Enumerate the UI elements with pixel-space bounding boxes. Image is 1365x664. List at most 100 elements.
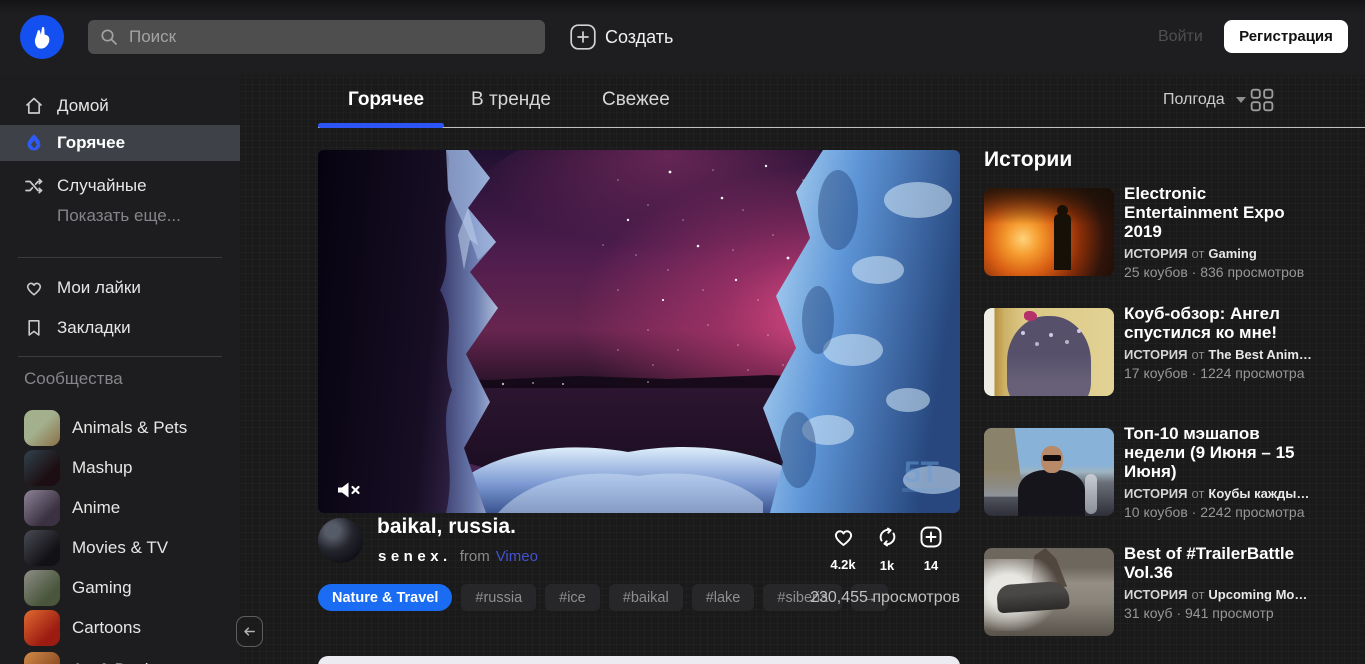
category-tag[interactable]: Nature & Travel bbox=[318, 584, 452, 611]
sidebar: Домой Горячее Случайные Показать еще... … bbox=[0, 75, 240, 664]
sidebar-item-label: Горячее bbox=[57, 133, 125, 153]
story-title[interactable]: Best of #TrailerBattle Vol.36 bbox=[1124, 544, 1304, 582]
story-card[interactable]: Топ-10 мэшапов недели (9 Июня – 15 Июня)… bbox=[984, 428, 1365, 520]
create-button[interactable]: Создать bbox=[570, 22, 673, 52]
register-button[interactable]: Регистрация bbox=[1224, 20, 1348, 53]
thumbnail-art bbox=[1018, 470, 1086, 516]
muted-speaker-icon bbox=[336, 479, 362, 501]
story-from-label: от bbox=[1192, 347, 1205, 362]
adds-count: 14 bbox=[909, 558, 953, 573]
story-meta: ИСТОРИЯотUpcoming Mo… bbox=[1124, 587, 1307, 602]
grid-view-button[interactable] bbox=[1250, 88, 1274, 112]
search-icon bbox=[100, 28, 118, 46]
coub-app: Создать Войти Регистрация Домой Горячее … bbox=[0, 0, 1365, 664]
coub-logo[interactable] bbox=[20, 15, 64, 59]
community-item[interactable]: Gaming bbox=[0, 568, 240, 608]
community-label: Animals & Pets bbox=[72, 418, 187, 438]
thumbnail-art bbox=[996, 581, 1069, 614]
story-channel-link[interactable]: The Best Anim… bbox=[1208, 347, 1312, 362]
story-text: Топ-10 мэшапов недели (9 Июня – 15 Июня)… bbox=[1124, 424, 1309, 520]
story-meta: ИСТОРИЯотКоубы кажды… bbox=[1124, 486, 1309, 501]
tab-trending[interactable]: В тренде bbox=[471, 89, 551, 111]
plus-square-icon bbox=[920, 526, 942, 548]
search-box bbox=[88, 20, 545, 54]
sidebar-divider bbox=[18, 257, 222, 258]
story-type-label: ИСТОРИЯ bbox=[1124, 347, 1188, 362]
login-link[interactable]: Войти bbox=[1158, 28, 1203, 46]
community-avatar bbox=[24, 450, 60, 486]
community-item[interactable]: Anime bbox=[0, 488, 240, 528]
coub-author-avatar[interactable] bbox=[318, 518, 363, 563]
rock-hand-icon bbox=[29, 24, 55, 50]
search-input[interactable] bbox=[127, 26, 533, 48]
community-avatar bbox=[24, 410, 60, 446]
next-coub-card-peek[interactable] bbox=[318, 656, 960, 664]
sidebar-item-likes[interactable]: Мои лайки bbox=[0, 273, 240, 303]
sidebar-item-label: Домой bbox=[57, 96, 109, 116]
source-link[interactable]: Vimeo bbox=[496, 548, 538, 565]
community-item[interactable]: Cartoons bbox=[0, 608, 240, 648]
coub-player[interactable]: 5T bbox=[318, 150, 960, 513]
story-thumbnail[interactable] bbox=[984, 548, 1114, 636]
story-thumbnail[interactable] bbox=[984, 188, 1114, 276]
create-label: Создать bbox=[605, 27, 673, 48]
community-item[interactable]: Mashup bbox=[0, 448, 240, 488]
story-title[interactable]: Electronic Entertainment Expo 2019 bbox=[1124, 184, 1304, 241]
sidebar-item-bookmarks[interactable]: Закладки bbox=[0, 313, 240, 343]
community-avatar bbox=[24, 610, 60, 646]
hot-icon bbox=[24, 133, 44, 153]
community-label: Gaming bbox=[72, 578, 132, 598]
mute-button[interactable] bbox=[336, 479, 362, 501]
sidebar-item-label: Закладки bbox=[57, 318, 131, 338]
community-avatar bbox=[24, 530, 60, 566]
sidebar-item-label: Случайные bbox=[57, 176, 147, 196]
tab-fresh[interactable]: Свежее bbox=[602, 89, 670, 111]
sidebar-item-hot[interactable]: Горячее bbox=[0, 125, 240, 161]
heart-icon bbox=[832, 526, 855, 547]
community-item[interactable]: Animals & Pets bbox=[0, 408, 240, 448]
story-channel-link[interactable]: Коубы кажды… bbox=[1208, 486, 1309, 501]
hashtag[interactable]: #russia bbox=[461, 584, 536, 611]
plus-icon bbox=[570, 24, 596, 50]
stories-heading: Истории bbox=[984, 148, 1072, 172]
story-title[interactable]: Топ-10 мэшапов недели (9 Июня – 15 Июня) bbox=[1124, 424, 1304, 481]
coub-byline: senex. from Vimeo bbox=[378, 548, 538, 565]
tab-hot[interactable]: Горячее bbox=[348, 89, 424, 111]
story-type-label: ИСТОРИЯ bbox=[1124, 246, 1188, 261]
add-to-button[interactable]: 14 bbox=[909, 526, 953, 573]
period-filter[interactable]: Полгода bbox=[1163, 91, 1246, 109]
story-channel-link[interactable]: Upcoming Mo… bbox=[1208, 587, 1307, 602]
tabs-underline bbox=[318, 127, 1365, 128]
story-thumbnail[interactable] bbox=[984, 308, 1114, 396]
story-thumbnail[interactable] bbox=[984, 428, 1114, 516]
chevron-down-icon bbox=[1236, 97, 1246, 103]
story-channel-link[interactable]: Gaming bbox=[1208, 246, 1256, 261]
arrow-left-icon bbox=[242, 624, 257, 639]
like-button[interactable]: 4.2k bbox=[821, 526, 865, 572]
story-stats: 10 коубов · 2242 просмотра bbox=[1124, 504, 1309, 520]
community-item[interactable]: Movies & TV bbox=[0, 528, 240, 568]
story-text: Коуб-обзор: Ангел спустился ко мне! ИСТО… bbox=[1124, 304, 1312, 396]
sidebar-item-label: Мои лайки bbox=[57, 278, 141, 298]
story-card[interactable]: Best of #TrailerBattle Vol.36 ИСТОРИЯотU… bbox=[984, 548, 1365, 636]
bookmark-icon bbox=[24, 318, 44, 338]
coub-author-link[interactable]: senex. bbox=[378, 548, 452, 565]
thumbnail-art bbox=[1054, 214, 1071, 270]
communities-heading: Сообщества bbox=[24, 369, 123, 389]
story-from-label: от bbox=[1192, 587, 1205, 602]
story-title[interactable]: Коуб-обзор: Ангел спустился ко мне! bbox=[1124, 304, 1304, 342]
story-card[interactable]: Коуб-обзор: Ангел спустился ко мне! ИСТО… bbox=[984, 308, 1365, 396]
story-meta: ИСТОРИЯотGaming bbox=[1124, 246, 1304, 261]
community-item[interactable]: Art & Design bbox=[0, 650, 240, 664]
hashtag[interactable]: #lake bbox=[692, 584, 755, 611]
story-card[interactable]: Electronic Entertainment Expo 2019 ИСТОР… bbox=[984, 188, 1365, 280]
recoub-button[interactable]: 1k bbox=[865, 526, 909, 573]
sidebar-item-random[interactable]: Случайные bbox=[0, 171, 240, 201]
recoub-icon bbox=[876, 526, 899, 548]
hashtag[interactable]: #ice bbox=[545, 584, 600, 611]
thumbnail-art bbox=[984, 188, 1114, 228]
show-more-link[interactable]: Показать еще... bbox=[57, 206, 181, 226]
hashtag[interactable]: #baikal bbox=[609, 584, 683, 611]
sidebar-item-home[interactable]: Домой bbox=[0, 91, 240, 121]
collapse-sidebar-button[interactable] bbox=[236, 616, 263, 647]
